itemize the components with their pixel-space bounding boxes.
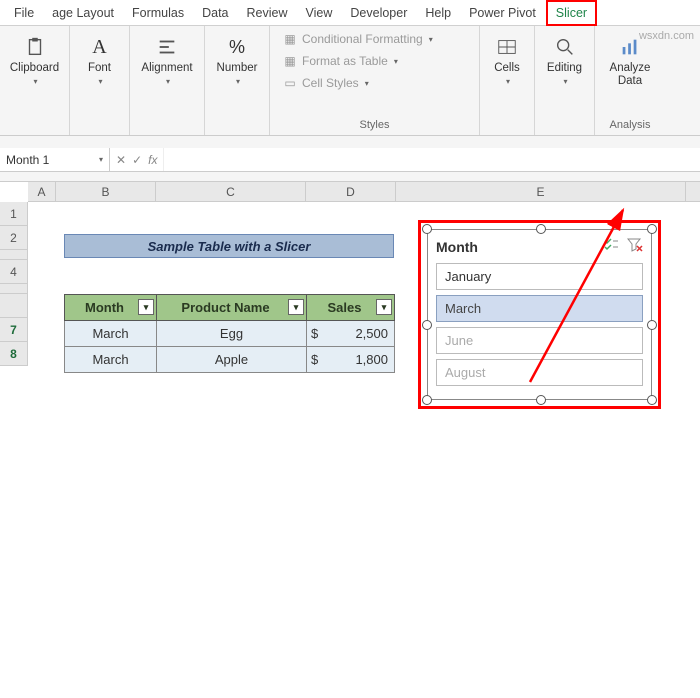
resize-handle[interactable] — [422, 395, 432, 405]
alignment-icon — [154, 34, 180, 60]
formula-bar: Month 1 ▾ ✕ ✓ fx — [0, 148, 700, 172]
chevron-down-icon: ▾ — [394, 57, 398, 66]
row-header[interactable]: 1 — [0, 202, 28, 226]
group-analysis: Analyze Data Analysis — [595, 26, 665, 135]
title-banner: Sample Table with a Slicer — [64, 234, 394, 258]
font-icon: A — [87, 34, 113, 60]
table-icon: ▦ — [282, 32, 298, 46]
cells-button[interactable]: Cells ▾ — [488, 30, 526, 86]
chevron-down-icon: ▾ — [563, 77, 567, 86]
tab-pagelayout[interactable]: age Layout — [44, 2, 122, 24]
tab-formulas[interactable]: Formulas — [124, 2, 192, 24]
tab-file[interactable]: File — [6, 2, 42, 24]
tab-review[interactable]: Review — [239, 2, 296, 24]
data-table: Month ▾ Product Name ▾ Sales ▾ March Egg… — [64, 294, 395, 373]
clipboard-icon — [22, 34, 48, 60]
search-icon — [552, 34, 578, 60]
chevron-down-icon: ▾ — [506, 77, 510, 86]
slicer-item-january[interactable]: January — [436, 263, 643, 290]
chevron-down-icon: ▾ — [99, 155, 103, 164]
group-clipboard: Clipboard ▾ — [0, 26, 70, 135]
tab-data[interactable]: Data — [194, 2, 236, 24]
slicer-title: Month — [436, 239, 478, 255]
tab-developer[interactable]: Developer — [342, 2, 415, 24]
resize-handle[interactable] — [422, 320, 432, 330]
filter-icon[interactable]: ▾ — [138, 299, 154, 315]
group-editing: Editing ▾ — [535, 26, 595, 135]
clipboard-button[interactable]: Clipboard ▾ — [8, 30, 61, 86]
tab-help[interactable]: Help — [417, 2, 459, 24]
row-headers: 1 2 4 7 8 — [0, 202, 28, 366]
col-header-e[interactable]: E — [396, 182, 686, 201]
chevron-down-icon: ▾ — [166, 77, 170, 86]
cell-icon: ▭ — [282, 76, 298, 90]
number-button[interactable]: % Number ▾ — [213, 30, 261, 86]
row-header[interactable]: 7 — [0, 318, 28, 342]
table-header-sales[interactable]: Sales ▾ — [307, 295, 395, 321]
row-header[interactable] — [0, 284, 28, 294]
row-header[interactable] — [0, 294, 28, 318]
tab-powerpivot[interactable]: Power Pivot — [461, 2, 544, 24]
group-number: % Number ▾ — [205, 26, 270, 135]
resize-handle[interactable] — [647, 395, 657, 405]
ribbon-body: Clipboard ▾ A Font ▾ Alignment ▾ — [0, 26, 700, 136]
filter-icon[interactable]: ▾ — [376, 299, 392, 315]
chevron-down-icon: ▾ — [429, 35, 433, 44]
row-header[interactable]: 2 — [0, 226, 28, 250]
percent-icon: % — [224, 34, 250, 60]
resize-handle[interactable] — [536, 224, 546, 234]
slicer-item-june[interactable]: June — [436, 327, 643, 354]
col-header-b[interactable]: B — [56, 182, 156, 201]
multiselect-icon[interactable] — [603, 238, 619, 255]
row-header[interactable] — [0, 250, 28, 260]
table-header-month[interactable]: Month ▾ — [65, 295, 157, 321]
tab-view[interactable]: View — [298, 2, 341, 24]
table-header-product[interactable]: Product Name ▾ — [157, 295, 307, 321]
resize-handle[interactable] — [647, 224, 657, 234]
row-header[interactable]: 4 — [0, 260, 28, 284]
watermark: wsxdn.com — [639, 30, 694, 42]
resize-handle[interactable] — [536, 395, 546, 405]
cancel-icon[interactable]: ✕ — [116, 153, 126, 167]
fx-icon[interactable]: fx — [148, 153, 157, 167]
group-font: A Font ▾ — [70, 26, 130, 135]
slicer-item-march[interactable]: March — [436, 295, 643, 322]
table-icon: ▦ — [282, 54, 298, 68]
cell-styles-button[interactable]: ▭ Cell Styles ▾ — [278, 74, 437, 92]
ribbon-tabs: File age Layout Formulas Data Review Vie… — [0, 0, 700, 26]
chevron-down-icon: ▾ — [98, 77, 102, 86]
col-header-a[interactable]: A — [28, 182, 56, 201]
filter-icon[interactable]: ▾ — [288, 299, 304, 315]
row-header[interactable]: 8 — [0, 342, 28, 366]
format-as-table-button[interactable]: ▦ Format as Table ▾ — [278, 52, 437, 70]
resize-handle[interactable] — [647, 320, 657, 330]
slicer-item-august[interactable]: August — [436, 359, 643, 386]
name-box[interactable]: Month 1 ▾ — [0, 148, 110, 171]
chevron-down-icon: ▾ — [236, 77, 240, 86]
font-button[interactable]: A Font ▾ — [78, 30, 121, 86]
formula-input[interactable] — [164, 148, 700, 171]
resize-handle[interactable] — [422, 224, 432, 234]
group-alignment: Alignment ▾ — [130, 26, 205, 135]
slicer-highlight: Month January March June August — [418, 220, 661, 409]
group-cells: Cells ▾ — [480, 26, 535, 135]
col-header-c[interactable]: C — [156, 182, 306, 201]
chevron-down-icon: ▾ — [33, 77, 37, 86]
table-row[interactable]: March Apple $1,800 — [65, 347, 395, 373]
tab-slicer[interactable]: Slicer — [546, 0, 597, 26]
cells-icon — [494, 34, 520, 60]
table-row[interactable]: March Egg $2,500 — [65, 321, 395, 347]
clear-filter-icon[interactable] — [627, 238, 643, 255]
check-icon[interactable]: ✓ — [132, 153, 142, 167]
alignment-button[interactable]: Alignment ▾ — [139, 30, 195, 86]
slicer-panel[interactable]: Month January March June August — [427, 229, 652, 400]
col-header-d[interactable]: D — [306, 182, 396, 201]
sheet-area: A B C D E 1 2 4 7 8 Sample Table with a … — [0, 182, 700, 202]
column-headers: A B C D E — [28, 182, 700, 202]
group-styles: ▦ Conditional Formatting ▾ ▦ Format as T… — [270, 26, 480, 135]
conditional-formatting-button[interactable]: ▦ Conditional Formatting ▾ — [278, 30, 437, 48]
chevron-down-icon: ▾ — [365, 79, 369, 88]
editing-button[interactable]: Editing ▾ — [543, 30, 586, 86]
